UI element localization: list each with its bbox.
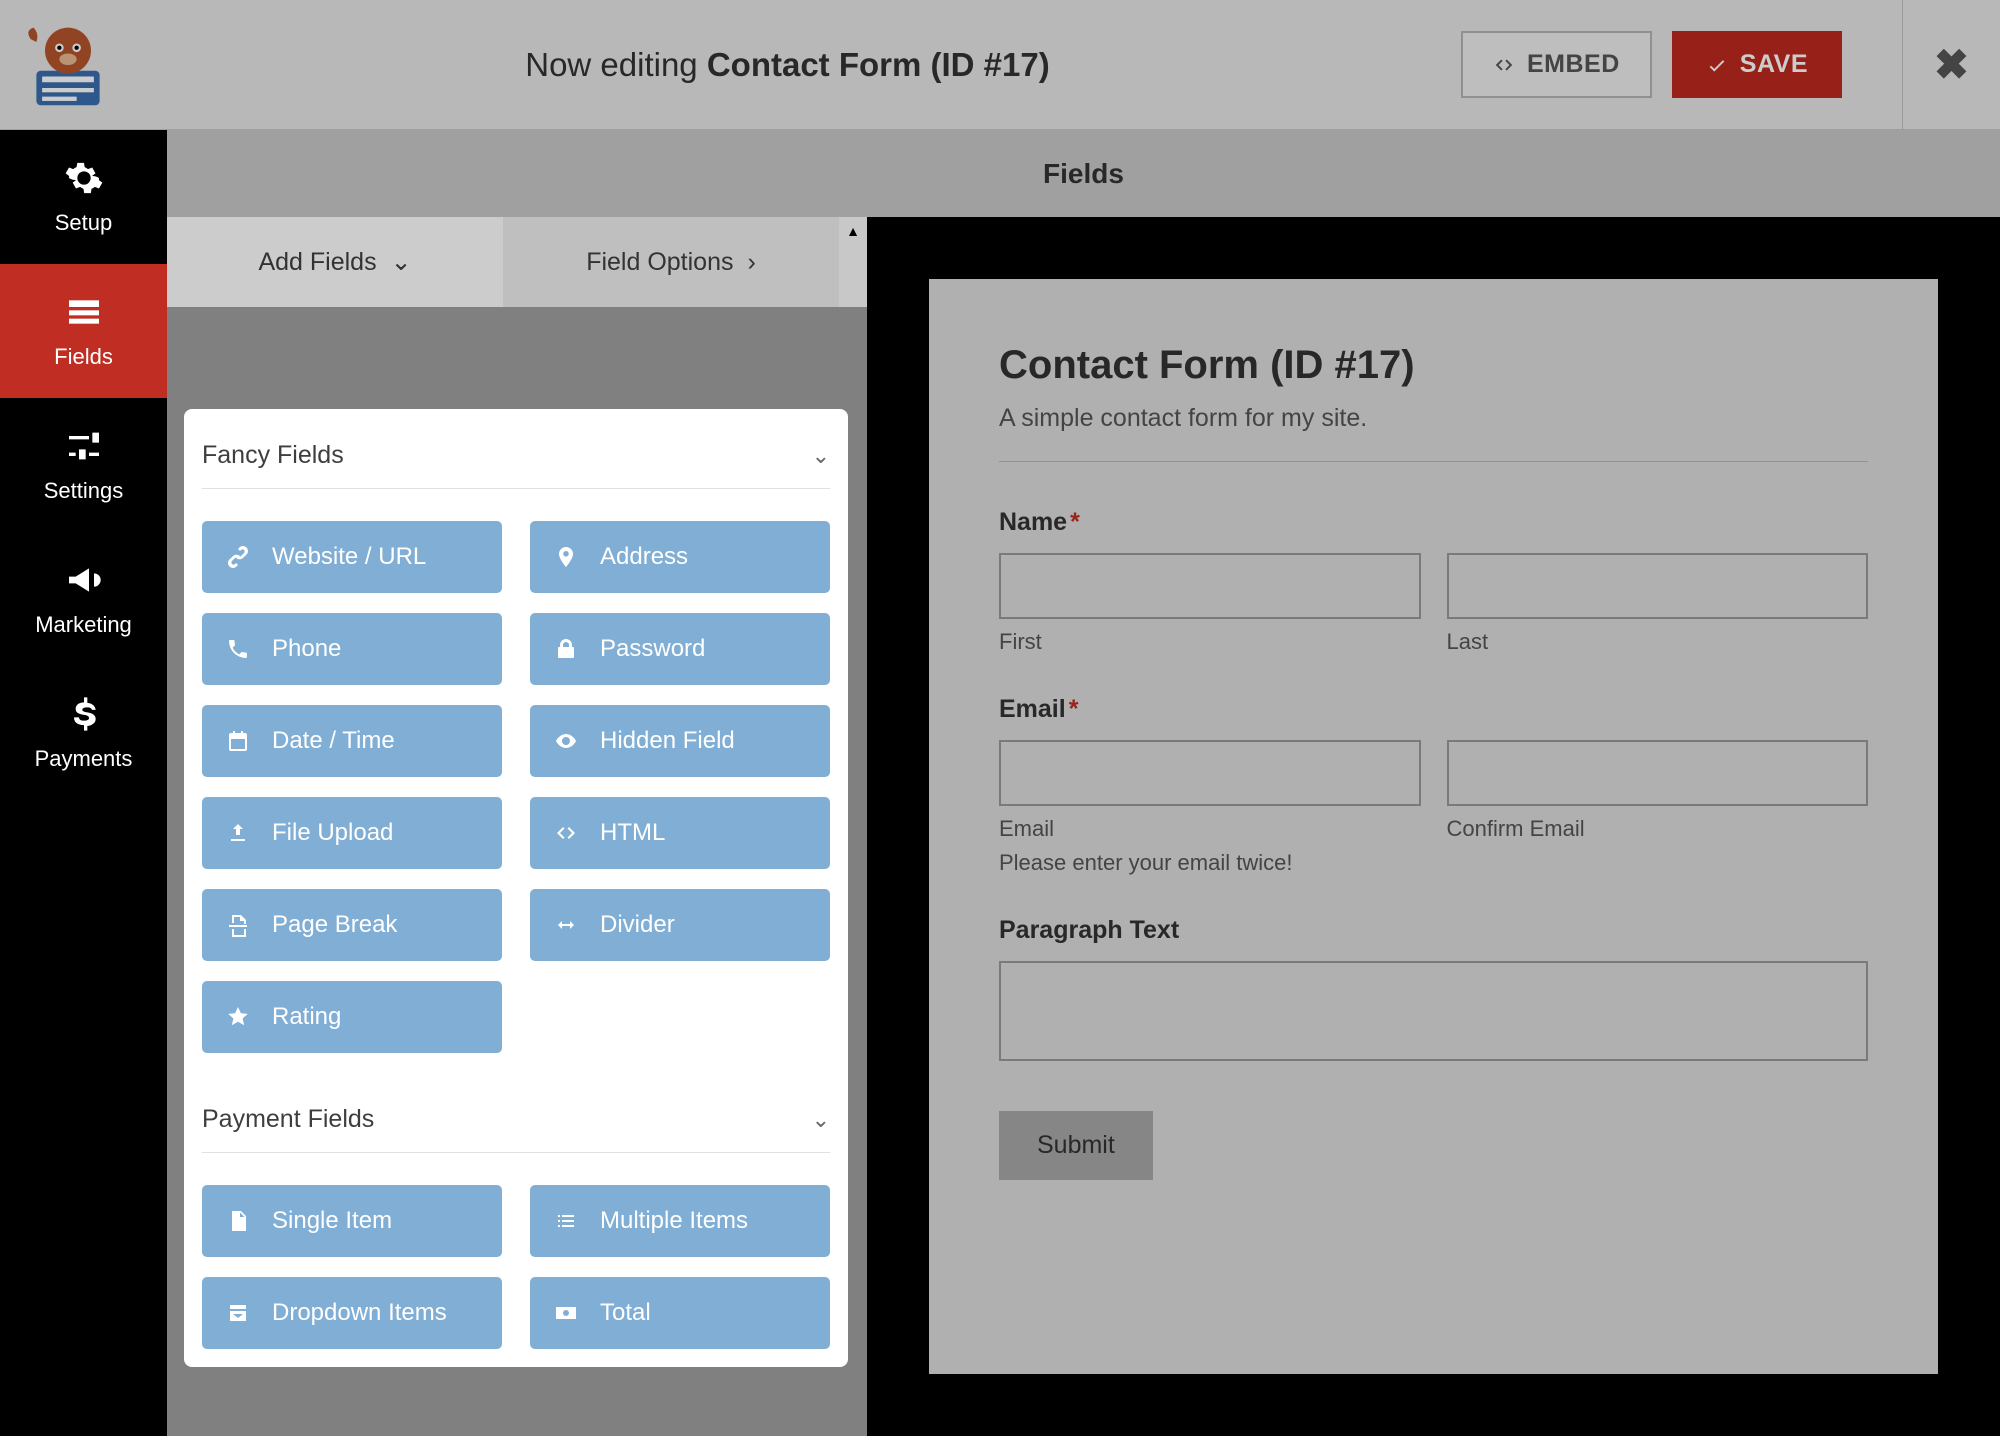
pin-icon [554,545,578,569]
dropdown-icon [226,1301,250,1325]
email-sublabel: Email [999,816,1421,842]
money-icon [554,1301,578,1325]
email-label: Email* [999,695,1868,724]
field-type-hidden-field[interactable]: Hidden Field [530,705,830,777]
tab-add-fields[interactable]: Add Fields ⌄ [167,217,503,307]
field-type-phone[interactable]: Phone [202,613,502,685]
form-icon [64,292,104,332]
form-title: Contact Form (ID #17) [999,343,1868,388]
code-icon [1493,54,1515,76]
field-type-page-break[interactable]: Page Break [202,889,502,961]
main-sidebar: Setup Fields Settings Marketing Payments [0,130,167,1436]
name-label: Name* [999,508,1868,537]
first-sublabel: First [999,629,1421,655]
group-fancy-fields[interactable]: Fancy Fields ⌄ [202,423,830,489]
upload-icon [226,821,250,845]
top-bar: Now editing Contact Form (ID #17) EMBED … [0,0,2000,130]
email-input[interactable] [999,740,1421,806]
eyeoff-icon [554,729,578,753]
embed-button[interactable]: EMBED [1461,31,1652,98]
sidebar-item-setup[interactable]: Setup [0,130,167,264]
last-name-input[interactable] [1447,553,1869,619]
scroll-up-icon[interactable]: ▲ [839,217,867,245]
link-icon [226,545,250,569]
field-type-html[interactable]: HTML [530,797,830,869]
file-icon [226,1209,250,1233]
save-button[interactable]: SAVE [1672,31,1842,98]
email-helptext: Please enter your email twice! [999,850,1868,876]
code-icon [554,821,578,845]
pagebreak-icon [226,913,250,937]
field-type-file-upload[interactable]: File Upload [202,797,502,869]
form-preview: Contact Form (ID #17) A simple contact f… [929,279,1938,1374]
confirm-sublabel: Confirm Email [1447,816,1869,842]
first-name-input[interactable] [999,553,1421,619]
divider [999,461,1868,462]
submit-button[interactable]: Submit [999,1111,1153,1180]
field-type-date-time[interactable]: Date / Time [202,705,502,777]
field-type-dropdown-items[interactable]: Dropdown Items [202,1277,502,1349]
sidebar-item-settings[interactable]: Settings [0,398,167,532]
field-type-single-item[interactable]: Single Item [202,1185,502,1257]
sidebar-item-payments[interactable]: Payments [0,666,167,800]
sidebar-item-marketing[interactable]: Marketing [0,532,167,666]
field-type-divider[interactable]: Divider [530,889,830,961]
sliders-icon [64,426,104,466]
check-icon [1706,54,1728,76]
section-header: Fields [167,130,2000,217]
paragraph-label: Paragraph Text [999,916,1868,945]
field-type-total[interactable]: Total [530,1277,830,1349]
editing-title: Now editing Contact Form (ID #17) [114,46,1461,84]
form-description: A simple contact form for my site. [999,404,1868,433]
star-icon [226,1005,250,1029]
chevron-down-icon: ⌄ [812,1107,830,1133]
gear-icon [64,158,104,198]
chevron-right-icon: › [747,248,755,277]
field-type-password[interactable]: Password [530,613,830,685]
form-preview-pane: Contact Form (ID #17) A simple contact f… [867,217,2000,1436]
bullhorn-icon [64,560,104,600]
dollar-icon [64,694,104,734]
tab-field-options[interactable]: Field Options › [503,217,839,307]
phone-icon [226,637,250,661]
lock-icon [554,637,578,661]
sidebar-item-fields[interactable]: Fields [0,264,167,398]
paragraph-textarea[interactable] [999,961,1868,1061]
field-type-website-url[interactable]: Website / URL [202,521,502,593]
field-type-multiple-items[interactable]: Multiple Items [530,1185,830,1257]
list-icon [554,1209,578,1233]
scrollbar[interactable]: ▲ [839,217,867,307]
builder-panel: Add Fields ⌄ Field Options › ▲ Fancy Fie… [167,217,867,1436]
fields-palette: Fancy Fields ⌄ Website / URL Address Phone… [184,409,848,1367]
close-button[interactable]: ✖ [1934,40,1969,89]
calendar-icon [226,729,250,753]
app-logo [22,19,114,111]
confirm-email-input[interactable] [1447,740,1869,806]
chevron-down-icon: ⌄ [391,247,412,277]
field-type-rating[interactable]: Rating [202,981,502,1053]
arrows-icon [554,913,578,937]
group-payment-fields[interactable]: Payment Fields ⌄ [202,1087,830,1153]
last-sublabel: Last [1447,629,1869,655]
field-type-address[interactable]: Address [530,521,830,593]
chevron-down-icon: ⌄ [812,443,830,469]
